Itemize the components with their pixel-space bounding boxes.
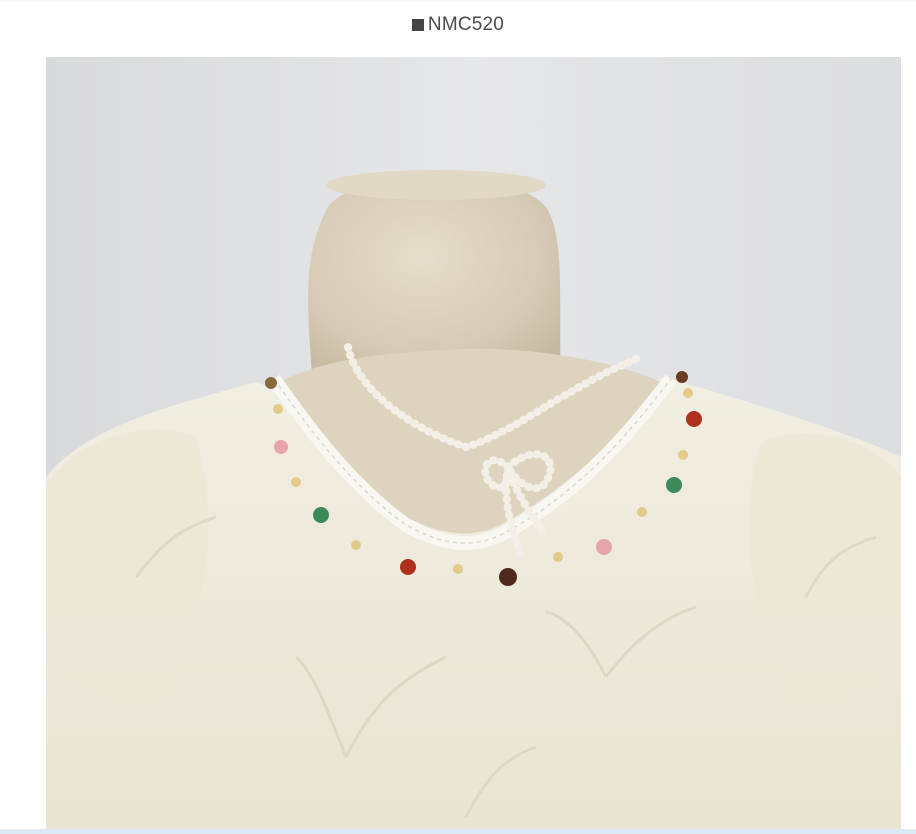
bottom-scroll-edge — [0, 829, 916, 834]
mannequin-top — [326, 170, 546, 200]
square-bullet-icon — [411, 19, 424, 31]
top-divider — [0, 0, 916, 3]
product-photo-illustration — [46, 57, 901, 829]
product-code-text: NMC520 — [427, 14, 505, 35]
product-photo[interactable] — [46, 57, 901, 829]
product-code-label: NMC520 — [0, 14, 916, 36]
